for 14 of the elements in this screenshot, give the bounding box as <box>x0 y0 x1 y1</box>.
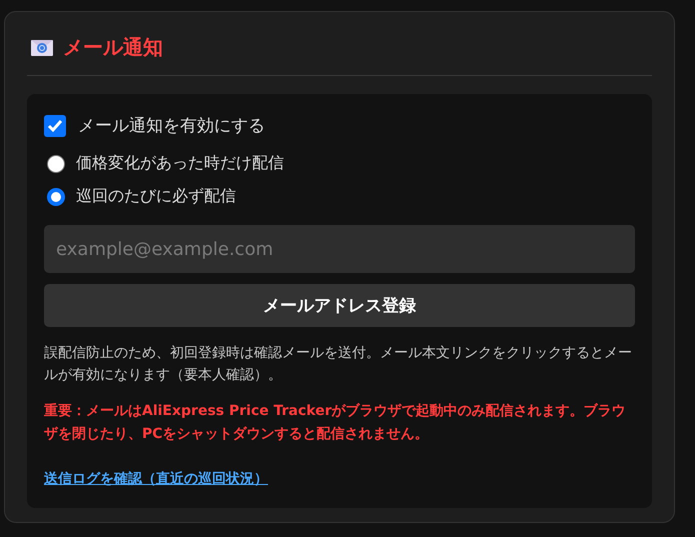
radio-label: 価格変化があった時だけ配信 <box>76 153 284 174</box>
log-link[interactable]: 送信ログを確認（直近の巡回状況） <box>44 471 268 487</box>
register-button[interactable]: メールアドレス登録 <box>44 284 635 327</box>
email-field[interactable]: example@example.com <box>44 225 635 273</box>
radio-label: 巡回のたびに必ず配信 <box>76 186 236 207</box>
enable-checkbox[interactable] <box>44 114 66 136</box>
radio-button[interactable] <box>47 188 65 206</box>
radio-button[interactable] <box>47 154 65 172</box>
warning-text: 重要：メールはAliExpress Price Trackerがブラウザで起動中のみ配信されます。ブラウザを閉じたり、PCをシャットダウンすると配信されません。 <box>44 402 627 444</box>
envelope-icon <box>31 40 53 56</box>
note-text: 誤配信防止のため、初回登録時は確認メールを送付。メール本文リンクをクリックするとメールが有効になります（要本人確認）。 <box>44 344 633 385</box>
section-title: メール通知 <box>63 34 163 61</box>
checkbox-label: メール通知を有効にする <box>78 115 265 137</box>
check-icon <box>47 118 63 132</box>
